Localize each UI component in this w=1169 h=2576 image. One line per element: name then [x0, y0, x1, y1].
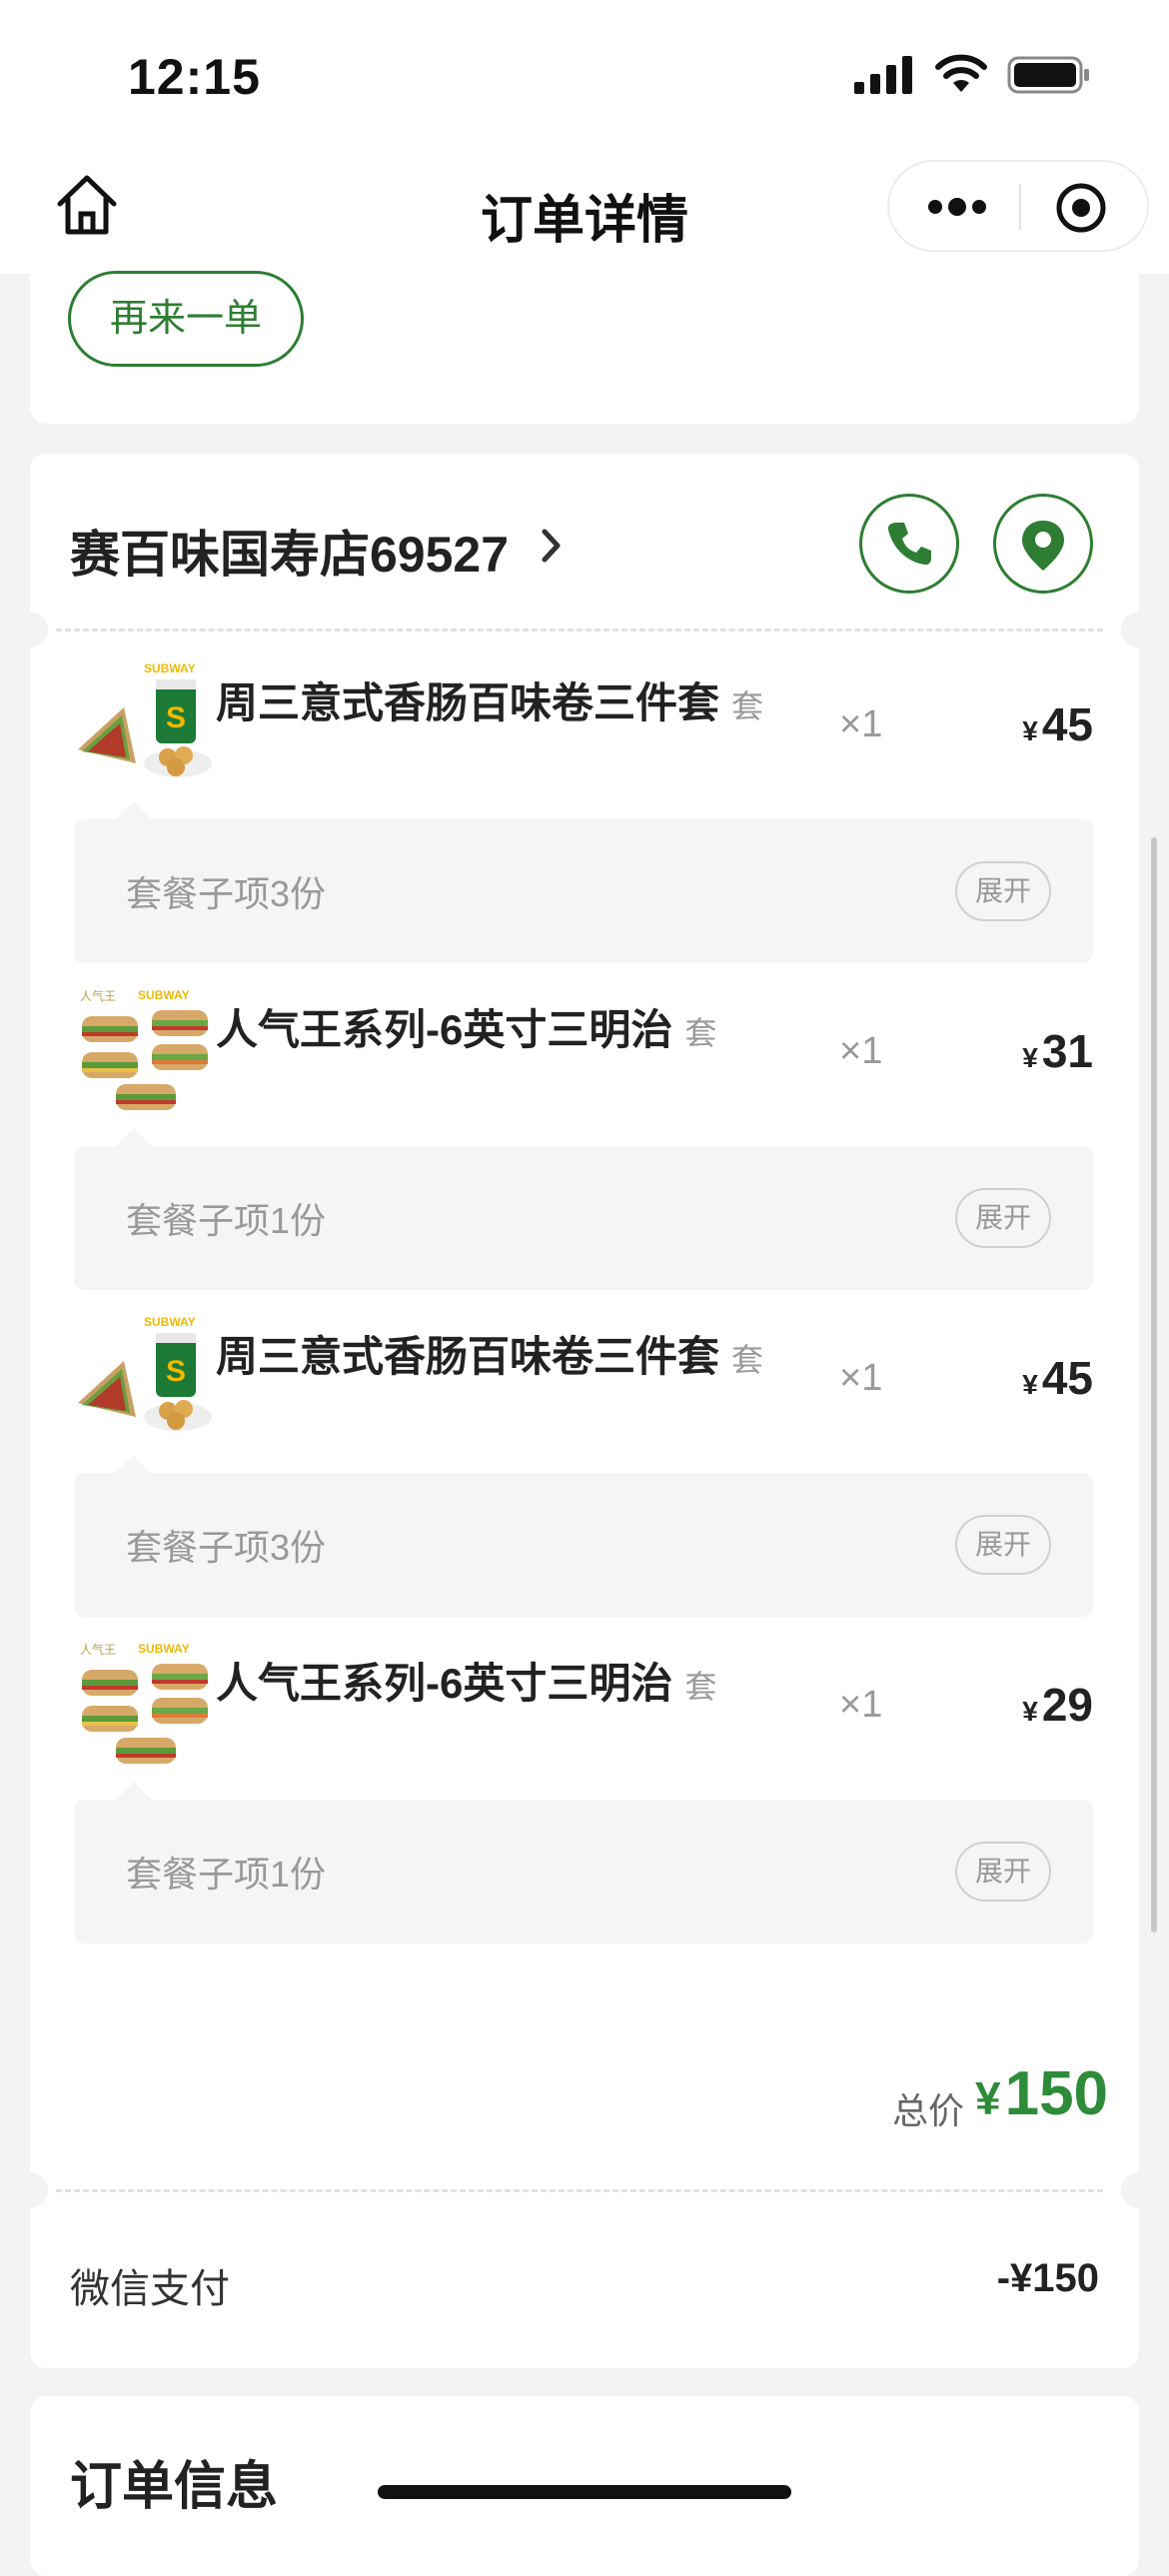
item-name-text: 人气王系列-6英寸三明治: [216, 1006, 673, 1053]
item-name: 人气王系列-6英寸三明治套: [216, 996, 716, 1057]
ticket-notch-left: [12, 612, 48, 647]
currency-symbol: ¥: [1022, 1042, 1038, 1073]
subitem-count: 套餐子项1份: [126, 1200, 327, 1241]
item-name: 周三意式香肠百味卷三件套套: [216, 669, 763, 730]
product-image: 人气王 SUBWAY: [80, 1642, 208, 1764]
divider: [56, 629, 1103, 632]
currency-symbol: ¥: [1022, 1369, 1038, 1400]
order-info-title: 订单信息: [70, 2458, 279, 2516]
ticket-notch-left: [12, 2172, 48, 2208]
item-name: 周三意式香肠百味卷三件套套: [216, 1323, 763, 1384]
item-price-value: 29: [1041, 1679, 1093, 1731]
item-price-value: 45: [1041, 698, 1093, 750]
total-price: ¥150: [975, 2058, 1108, 2129]
svg-text:人气王: 人气王: [80, 988, 116, 1003]
total-label: 总价: [892, 2090, 965, 2131]
reorder-button[interactable]: 再来一单: [68, 271, 304, 367]
list-item: SUBWAY S 周三意式香肠百味卷三件套套 ×1 ¥45 套餐子项3份 展开: [30, 659, 1139, 985]
combo-subitems: 套餐子项1份 展开: [74, 1128, 1093, 1290]
item-price-value: 45: [1041, 1352, 1093, 1404]
list-item: SUBWAY S 周三意式香肠百味卷三件套套 ×1 ¥45 套餐子项3份 展开: [30, 1313, 1139, 1639]
item-price: ¥29: [1022, 1678, 1093, 1732]
combo-tag: 套: [684, 1669, 717, 1705]
subitem-count: 套餐子项3份: [126, 873, 327, 914]
combo-subitems: 套餐子项3份 展开: [74, 801, 1093, 963]
item-quantity: ×1: [839, 1030, 883, 1072]
combo-tag: 套: [684, 1015, 717, 1051]
more-icon[interactable]: [925, 192, 989, 222]
product-image: SUBWAY S: [78, 1315, 220, 1431]
svg-text:人气王: 人气王: [80, 1642, 116, 1657]
signal-icon: [854, 56, 912, 94]
currency-symbol: ¥: [1022, 1696, 1038, 1727]
combo-subitems: 套餐子项3份 展开: [74, 1455, 1093, 1617]
svg-text:SUBWAY: SUBWAY: [144, 661, 196, 675]
expand-button[interactable]: 展开: [955, 861, 1051, 921]
expand-button[interactable]: 展开: [955, 1188, 1051, 1248]
phone-icon: [887, 523, 931, 566]
item-name-text: 人气王系列-6英寸三明治: [216, 1660, 673, 1707]
divider: [56, 2189, 1103, 2192]
svg-text:S: S: [166, 701, 186, 734]
currency-symbol: ¥: [975, 2072, 1001, 2124]
item-name-text: 周三意式香肠百味卷三件套: [216, 1333, 720, 1380]
ticket-notch-right: [1121, 612, 1157, 647]
product-image: SUBWAY S: [78, 661, 220, 777]
combo-subitems: 套餐子项1份 展开: [74, 1782, 1093, 1943]
expand-button[interactable]: 展开: [955, 1515, 1051, 1575]
combo-tag: 套: [731, 688, 764, 724]
capsule-divider: [1019, 184, 1021, 230]
ticket-notch-right: [1121, 2172, 1157, 2208]
store-location-button[interactable]: [993, 494, 1093, 594]
currency-symbol: ¥: [1022, 715, 1038, 746]
svg-text:S: S: [166, 1355, 186, 1388]
svg-text:SUBWAY: SUBWAY: [144, 1315, 196, 1329]
wifi-icon: [935, 54, 987, 92]
mini-program-capsule: [887, 160, 1149, 252]
subitem-count: 套餐子项3份: [126, 1527, 327, 1568]
battery-icon: [1007, 56, 1089, 94]
item-price: ¥45: [1022, 1351, 1093, 1405]
subitem-count: 套餐子项1份: [126, 1854, 327, 1895]
scrollbar[interactable]: [1151, 837, 1157, 1932]
list-item: 人气王 SUBWAY 人气王系列-6英寸三明治套 ×1 ¥29 套餐子项1份 展…: [30, 1640, 1139, 1965]
close-circle-icon[interactable]: [1055, 182, 1107, 234]
svg-text:SUBWAY: SUBWAY: [138, 988, 190, 1002]
list-item: 人气王 SUBWAY 人气王系列-6英寸三明治套 ×1 ¥31 套餐子项1份 展…: [30, 986, 1139, 1312]
item-quantity: ×1: [839, 703, 883, 745]
total-price-value: 150: [1004, 2059, 1109, 2128]
location-icon: [1022, 521, 1064, 571]
item-name: 人气王系列-6英寸三明治套: [216, 1650, 716, 1711]
product-image: 人气王 SUBWAY: [80, 988, 208, 1110]
item-price: ¥31: [1022, 1024, 1093, 1078]
payment-method: 微信支付: [70, 2267, 230, 2311]
item-quantity: ×1: [839, 1684, 883, 1726]
svg-text:SUBWAY: SUBWAY: [138, 1642, 190, 1656]
payment-amount: -¥150: [996, 2256, 1099, 2300]
status-bar: 12:15: [0, 0, 1169, 150]
store-name[interactable]: 赛百味国寿店69527: [70, 515, 509, 587]
item-name-text: 周三意式香肠百味卷三件套: [216, 679, 720, 726]
item-quantity: ×1: [839, 1357, 883, 1399]
item-price: ¥45: [1022, 697, 1093, 751]
chevron-right-icon[interactable]: [540, 527, 564, 565]
item-price-value: 31: [1041, 1025, 1093, 1077]
expand-button[interactable]: 展开: [955, 1842, 1051, 1902]
home-indicator[interactable]: [378, 2485, 791, 2499]
combo-tag: 套: [731, 1342, 764, 1378]
call-store-button[interactable]: [859, 494, 959, 594]
status-time: 12:15: [128, 49, 261, 105]
